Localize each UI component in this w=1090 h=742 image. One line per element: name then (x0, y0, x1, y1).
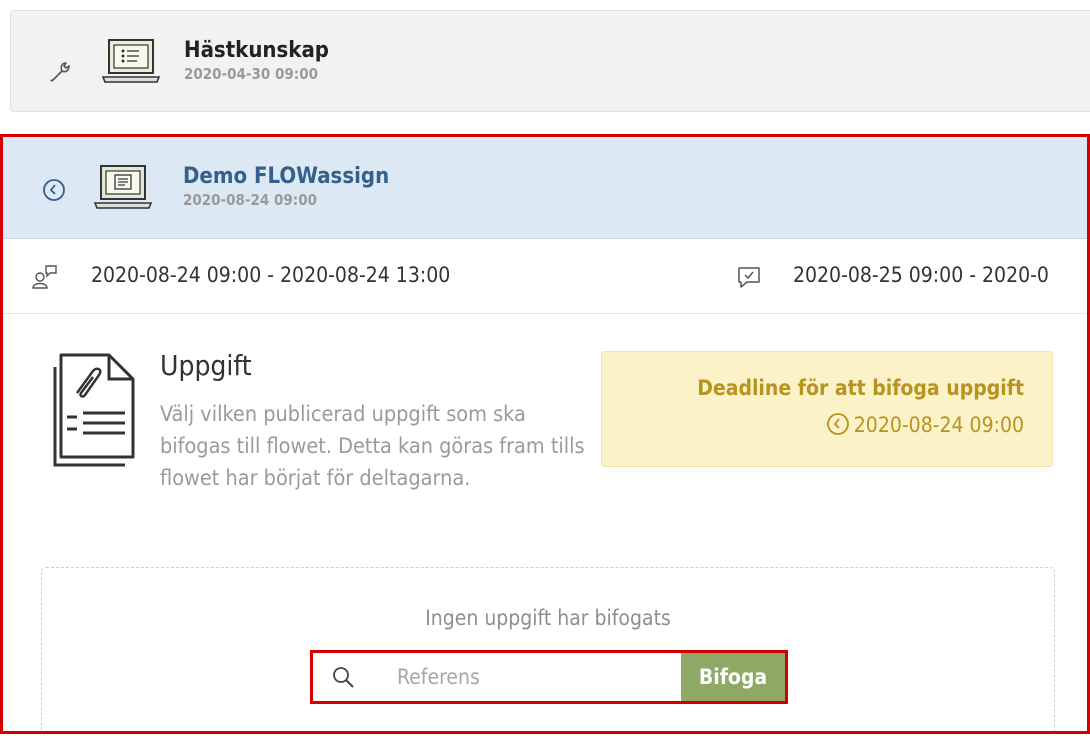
deadline-date-row: 2020-08-24 09:00 (826, 412, 1024, 437)
flow-title[interactable]: Demo FLOWassign (183, 164, 389, 190)
participation-time-range: 2020-08-24 09:00 - 2020-08-24 13:00 (91, 263, 451, 287)
attachment-area: Ingen uppgift har bifogats Bifoga (41, 567, 1055, 731)
search-icon-button[interactable] (313, 653, 376, 701)
flow-title[interactable]: Hästkunskap (184, 38, 329, 64)
attach-button[interactable]: Bifoga (681, 653, 785, 701)
deadline-date: 2020-08-24 09:00 (853, 413, 1024, 437)
search-icon (333, 667, 354, 688)
flow-times-row: 2020-08-24 09:00 - 2020-08-24 13:00 2020… (3, 239, 1087, 314)
flow-date: 2020-04-30 09:00 (184, 65, 318, 83)
no-attachment-message: Ingen uppgift har bifogats (425, 606, 671, 630)
laptop-icon (101, 39, 161, 83)
task-description: Välj vilken publicerad uppgift som ska b… (160, 402, 585, 491)
deadline-notice: Deadline för att bifoga uppgift 2020-08-… (601, 351, 1053, 467)
wrench-icon (50, 62, 70, 82)
review-time-range: 2020-08-25 09:00 - 2020-0 (793, 263, 1049, 287)
flow-header-demo-flowassign[interactable]: Demo FLOWassign 2020-08-24 09:00 (3, 137, 1087, 239)
clock-icon (826, 413, 849, 435)
clock-icon (43, 179, 65, 201)
flow-list-item-hastkunskap[interactable]: Hästkunskap 2020-04-30 09:00 (10, 10, 1090, 112)
attach-search-bar: Bifoga (310, 650, 788, 704)
reference-input[interactable] (375, 653, 681, 701)
participants-icon (32, 265, 57, 289)
flow-detail-panel: Demo FLOWassign 2020-08-24 09:00 2020-08… (0, 134, 1090, 734)
document-attachment-icon (53, 353, 135, 467)
review-check-icon (738, 267, 760, 288)
laptop-icon (93, 165, 153, 209)
flow-date: 2020-08-24 09:00 (183, 191, 317, 209)
task-section-title: Uppgift (160, 349, 252, 382)
deadline-title: Deadline för att bifoga uppgift (697, 376, 1024, 400)
